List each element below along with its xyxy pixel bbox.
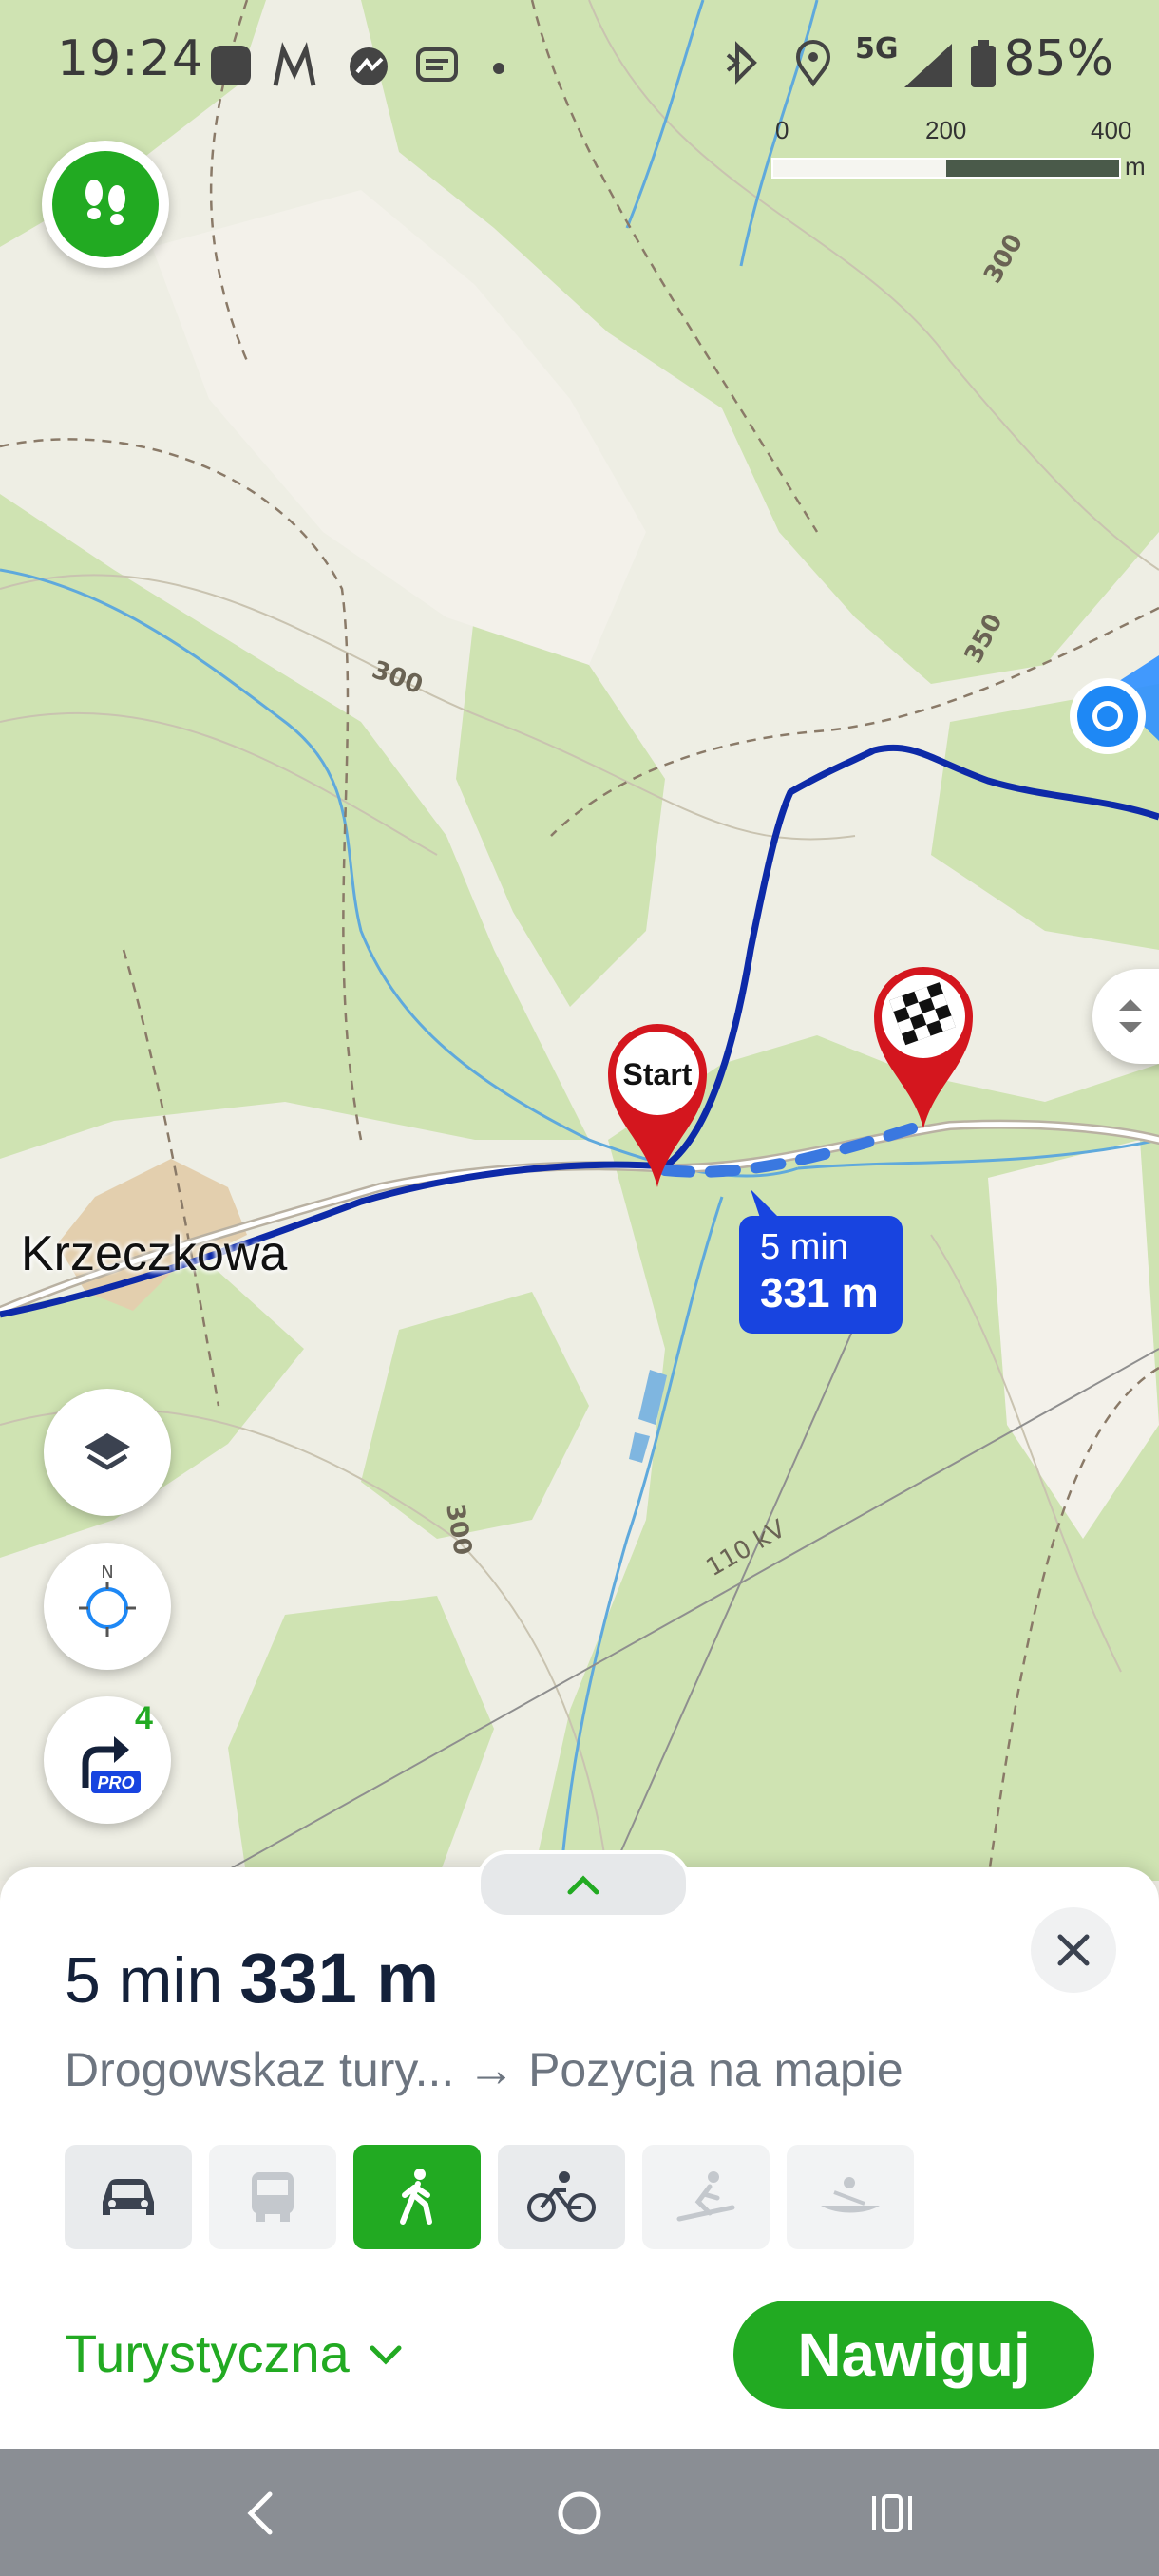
route-profile-label: Turystyczna	[65, 2323, 350, 2383]
walk-icon	[400, 2169, 432, 2225]
compass-north-label: N	[101, 1563, 113, 1582]
expand-vertical-icon	[1119, 999, 1142, 1033]
locate-compass-button[interactable]: N	[44, 1543, 171, 1670]
footprints-icon	[86, 180, 125, 225]
scale-label-200: 200	[925, 116, 967, 144]
scale-unit: m	[1125, 152, 1146, 180]
route-distance: 331 m	[239, 1939, 440, 2017]
chevron-down-icon	[370, 2345, 402, 2365]
close-button[interactable]	[1031, 1907, 1116, 1993]
network-type: 5G	[855, 32, 899, 66]
scale-label-0: 0	[775, 116, 789, 144]
chevron-up-icon	[567, 1875, 599, 1895]
ski-icon	[676, 2171, 735, 2222]
layers-icon	[85, 1433, 130, 1470]
battery-percent: 85%	[1003, 30, 1113, 87]
recent-apps-icon[interactable]	[866, 2487, 920, 2540]
app-logo-button[interactable]	[42, 141, 169, 268]
start-marker-label: Start	[623, 1057, 693, 1091]
scale-label-400: 400	[1091, 116, 1132, 144]
route-info-bubble[interactable]: 5 min 331 m	[739, 1216, 902, 1334]
bus-icon	[252, 2172, 294, 2222]
bubble-distance: 331 m	[760, 1270, 879, 1316]
mode-bus-button[interactable]	[209, 2145, 336, 2249]
scale-bar-graphic	[771, 158, 1121, 179]
canoe-icon	[821, 2177, 880, 2213]
mode-ski-button[interactable]	[642, 2145, 770, 2249]
sheet-expand-handle[interactable]	[477, 1850, 690, 1919]
navigate-button[interactable]: Nawiguj	[733, 2301, 1094, 2409]
bike-icon	[527, 2171, 596, 2222]
status-bar: 19:24 5G 85%	[0, 25, 1159, 101]
notification-icons	[211, 42, 504, 86]
home-icon[interactable]	[553, 2487, 606, 2540]
bubble-time: 5 min	[760, 1227, 848, 1267]
pro-count-badge: 4	[135, 1700, 153, 1736]
route-summary: 5 min 331 m	[65, 1938, 439, 2018]
system-nav-bar	[0, 2449, 1159, 2576]
mode-bike-button[interactable]	[498, 2145, 625, 2249]
route-time: 5 min	[65, 1944, 223, 2017]
status-time: 19:24	[57, 30, 204, 87]
car-icon	[103, 2179, 154, 2215]
route-profile-dropdown[interactable]: Turystyczna	[65, 2322, 403, 2384]
map-canvas[interactable]: 300 300 350 300 110 kV Start	[0, 0, 1159, 1881]
layers-button[interactable]	[44, 1389, 171, 1516]
pro-label: PRO	[97, 1773, 134, 1792]
mode-boat-button[interactable]	[787, 2145, 914, 2249]
close-icon	[1057, 1934, 1090, 1966]
transport-mode-selector	[65, 2145, 914, 2249]
back-icon[interactable]	[238, 2487, 285, 2540]
compass-icon: N	[79, 1563, 136, 1637]
route-endpoints[interactable]: Drogowskaz tury... → Pozycja na mapie	[65, 2042, 903, 2097]
town-label: Krzeczkowa	[21, 1226, 288, 1281]
mode-walk-button[interactable]	[353, 2145, 481, 2249]
scale-bar: 0 200 400 m	[768, 116, 1146, 192]
mode-car-button[interactable]	[65, 2145, 192, 2249]
